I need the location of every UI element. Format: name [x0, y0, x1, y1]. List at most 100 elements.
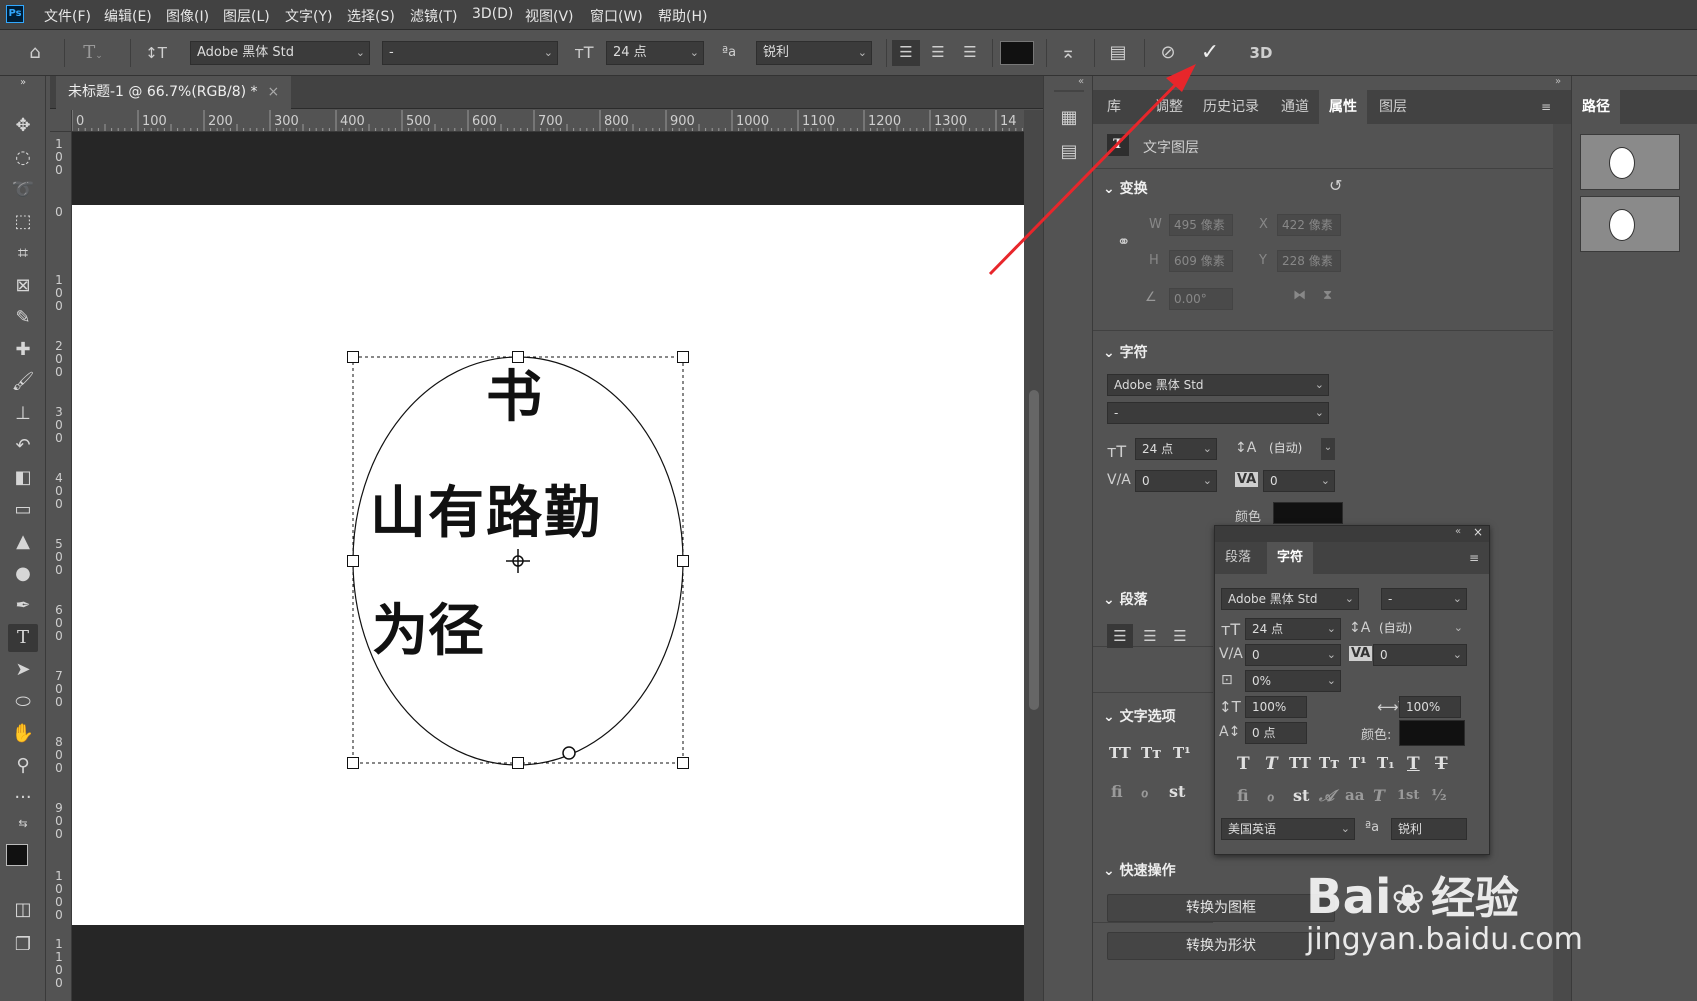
float-kerning-select[interactable]: 0 ⌄ [1245, 644, 1341, 666]
prop-align-center-icon[interactable]: ☰ [1137, 624, 1163, 648]
float-size-icon: ᴛT [1221, 620, 1241, 639]
float-kerning-icon: V/A [1219, 646, 1243, 662]
prop-font-family-select[interactable]: Adobe 黑体 Std ⌄ [1107, 374, 1329, 396]
canvas-text-line-1[interactable]: 书 [486, 352, 542, 433]
canvas-text-line-2[interactable]: 山有路勤 [370, 468, 602, 549]
faux-bold-icon[interactable]: T [1237, 754, 1250, 774]
tab-libraries[interactable]: 库 [1107, 90, 1121, 124]
collapse-float-icon[interactable]: « [1455, 526, 1461, 537]
prop-superscript-icon[interactable]: T¹ [1173, 744, 1191, 762]
prop-smallcaps-icon[interactable]: Tт [1141, 744, 1161, 762]
titling-alternates-icon[interactable]: T [1373, 786, 1385, 805]
libraries-icon[interactable]: ▦ [1056, 106, 1082, 130]
stylistic-alternates-icon[interactable]: aa [1345, 786, 1364, 804]
float-tab-character[interactable]: 字符 [1267, 542, 1314, 574]
prop-align-right-icon[interactable]: ☰ [1167, 624, 1193, 648]
height-field[interactable]: 609 像素 [1169, 250, 1233, 272]
superscript-icon[interactable]: T¹ [1349, 754, 1367, 772]
prop-ligature-icon[interactable]: ﬁ [1111, 782, 1123, 801]
prop-align-left-icon[interactable]: ☰ [1107, 624, 1133, 648]
expand-panels-icon[interactable]: » [1555, 76, 1561, 87]
prop-leading-select[interactable]: (自动) [1263, 438, 1329, 460]
underline-icon[interactable]: T [1407, 754, 1420, 774]
prop-color-swatch[interactable] [1273, 502, 1343, 524]
type-layer-icon: T [1107, 134, 1129, 156]
prop-kerning-select[interactable]: 0 ⌄ [1135, 470, 1217, 492]
width-field[interactable]: 495 像素 [1169, 214, 1233, 236]
paw-icon: ❀ [1391, 877, 1425, 923]
strikethrough-icon[interactable]: T [1435, 754, 1448, 774]
float-hscale-field[interactable]: 100% [1399, 696, 1461, 718]
path-thumbnail-2[interactable] [1580, 196, 1680, 252]
small-caps-icon[interactable]: Tт [1319, 754, 1339, 772]
path-thumbnail-1[interactable] [1580, 134, 1680, 190]
angle-icon: ∠ [1145, 290, 1157, 305]
panel-scrollbar[interactable] [1553, 124, 1571, 1001]
all-caps-icon[interactable]: TT [1289, 754, 1311, 772]
subscript-icon[interactable]: T₁ [1377, 754, 1395, 772]
transform-handle-tr[interactable] [677, 351, 689, 363]
float-menu-icon[interactable]: ≡ [1469, 542, 1479, 574]
swash-icon[interactable]: 𝒜 [1319, 786, 1334, 806]
float-tab-paragraph[interactable]: 段落 [1225, 542, 1251, 574]
center-reference-point [506, 549, 530, 573]
flip-horizontal-icon[interactable]: ⧓ [1293, 288, 1306, 303]
prop-size-select[interactable]: 24 点 ⌄ [1135, 438, 1217, 460]
fractions-icon[interactable]: ½ [1431, 786, 1447, 804]
float-antialias-select[interactable]: 锐利 [1391, 818, 1467, 840]
quick-actions-section-title[interactable]: ⌄ 快速操作 [1103, 860, 1176, 880]
tab-paths[interactable]: 路径 [1572, 90, 1620, 124]
transform-handle-bm[interactable] [512, 757, 524, 769]
discretionary-ligature-icon[interactable]: st [1293, 786, 1309, 805]
notes-icon[interactable]: ▤ [1056, 140, 1082, 164]
transform-handle-bl[interactable] [347, 757, 359, 769]
text-options-section-title[interactable]: ⌄ 文字选项 [1103, 706, 1176, 726]
transform-handle-ml[interactable] [347, 555, 359, 567]
canvas-text-line-3[interactable]: 为径 [372, 586, 484, 667]
flip-vertical-icon[interactable]: ⧗ [1323, 288, 1332, 303]
prop-allcaps-icon[interactable]: TT [1109, 744, 1131, 762]
reset-transform-icon[interactable]: ↺ [1329, 176, 1342, 195]
prop-font-style-select[interactable]: - ⌄ [1107, 402, 1329, 424]
float-leading-select[interactable]: (自动) ⌄ [1373, 618, 1467, 640]
tab-channels[interactable]: 通道 [1281, 90, 1309, 124]
convert-to-shape-button[interactable]: 转换为形状 [1107, 932, 1335, 960]
prop-discretionary-ligature-icon[interactable]: st [1169, 782, 1185, 801]
tab-history[interactable]: 历史记录 [1203, 90, 1259, 124]
faux-italic-icon[interactable]: T [1265, 754, 1278, 774]
prop-leading-icon: ↕A [1235, 440, 1257, 456]
contextual-alternates-icon[interactable]: ℴ [1267, 786, 1274, 805]
transform-handle-br[interactable] [677, 757, 689, 769]
float-color-swatch[interactable] [1399, 720, 1465, 746]
paragraph-section-title[interactable]: ⌄ 段落 [1103, 589, 1148, 609]
character-section-title[interactable]: ⌄ 字符 [1103, 342, 1148, 362]
language-select[interactable]: 美国英语 ⌄ [1221, 818, 1355, 840]
float-size-select[interactable]: 24 点 ⌄ [1245, 618, 1341, 640]
tab-properties[interactable]: 属性 [1319, 90, 1367, 124]
tab-adjustments[interactable]: 调整 [1155, 90, 1183, 124]
link-proportions-icon[interactable]: ⚭ [1117, 232, 1130, 251]
ordinals-icon[interactable]: 1st [1397, 788, 1419, 803]
float-font-style-select[interactable]: - ⌄ [1381, 588, 1467, 610]
angle-field[interactable]: 0.00° [1169, 288, 1233, 310]
transform-handle-mr[interactable] [677, 555, 689, 567]
convert-to-frame-button[interactable]: 转换为图框 [1107, 894, 1335, 922]
float-baseline-icon: A↕ [1219, 724, 1241, 740]
float-tsume-select[interactable]: 0% ⌄ [1245, 670, 1341, 692]
float-vscale-field[interactable]: 100% [1245, 696, 1307, 718]
float-font-family-select[interactable]: Adobe 黑体 Std ⌄ [1221, 588, 1359, 610]
prop-tracking-select[interactable]: 0 ⌄ [1263, 470, 1335, 492]
tab-layers[interactable]: 图层 [1379, 90, 1407, 124]
standard-ligature-icon[interactable]: ﬁ [1237, 786, 1249, 805]
watermark-brand: Bai❀ 经验 [1306, 869, 1519, 925]
collapse-panels-icon[interactable]: « [1078, 76, 1084, 87]
transform-handle-tl[interactable] [347, 351, 359, 363]
y-field[interactable]: 228 像素 [1277, 250, 1341, 272]
close-float-icon[interactable]: × [1473, 525, 1483, 539]
prop-oldstyle-icon[interactable]: ℴ [1141, 782, 1148, 801]
float-tracking-select[interactable]: 0 ⌄ [1373, 644, 1467, 666]
transform-section-title[interactable]: ⌄ 变换 [1103, 178, 1148, 198]
panel-menu-icon[interactable]: ≡ [1541, 90, 1551, 124]
x-field[interactable]: 422 像素 [1277, 214, 1341, 236]
float-baseline-field[interactable]: 0 点 [1245, 722, 1307, 744]
